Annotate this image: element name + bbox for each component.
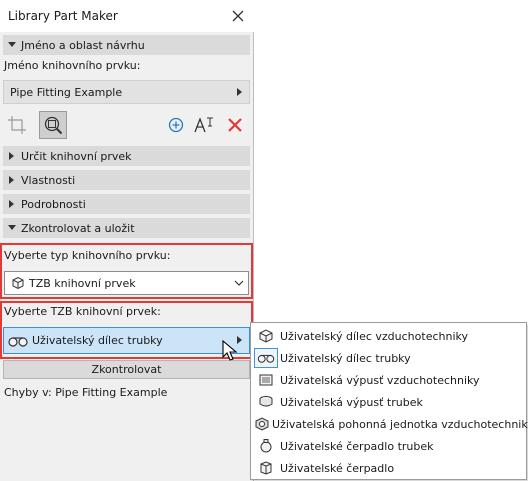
menu-item-label: Uživatelské čerpadlo — [280, 461, 395, 475]
section-name-area[interactable]: Jméno a oblast návrhu — [3, 35, 250, 55]
text-size-icon[interactable] — [191, 111, 219, 139]
section-label: Podrobnosti — [21, 197, 86, 211]
mep-element-popup-menu: Uživatelský dílec vzduchotechniky Uživat… — [250, 322, 528, 480]
type-label: Vyberte typ knihovního prvku: — [4, 249, 171, 262]
errors-text: Chyby v: Pipe Fitting Example — [4, 386, 168, 399]
triangle-down-icon — [3, 225, 21, 231]
pipe-fitting-icon — [4, 334, 28, 348]
title-bar: Library Part Maker — [0, 0, 254, 32]
toolbar — [3, 111, 250, 139]
pipe-pump-icon — [254, 436, 278, 456]
menu-item-pipe-fitting[interactable]: Uživatelský dílec trubky — [254, 347, 526, 369]
section-properties[interactable]: Vlastnosti — [3, 170, 250, 190]
menu-item-duct-terminal[interactable]: Uživatelská výpusť vzduchotechniky — [254, 369, 526, 391]
mep-label: Vyberte TZB knihovní prvek: — [4, 305, 161, 318]
menu-item-label: Uživatelský dílec trubky — [280, 351, 411, 365]
section-define[interactable]: Určit knihovní prvek — [3, 146, 250, 166]
menu-item-duct-fan-unit[interactable]: Uživatelská pohonná jednotka vzduchotech… — [254, 413, 528, 435]
section-label: Jméno a oblast návrhu — [21, 38, 145, 52]
library-part-maker-panel: Library Part Maker Jméno a oblast návrhu… — [0, 0, 254, 481]
pipe-fitting-icon — [254, 348, 278, 368]
section-details[interactable]: Podrobnosti — [3, 194, 250, 214]
delete-icon[interactable] — [221, 111, 249, 139]
close-icon[interactable] — [228, 6, 248, 26]
triangle-right-icon — [237, 86, 249, 99]
type-select[interactable]: TZB knihovní prvek — [4, 271, 249, 295]
crop-icon[interactable] — [3, 111, 31, 139]
menu-item-label: Uživatelská výpusť trubek — [280, 395, 423, 409]
mouse-pointer-icon — [222, 339, 238, 362]
pump-icon — [254, 458, 278, 478]
name-label: Jméno knihovního prvku: — [4, 59, 141, 72]
triangle-right-icon — [3, 176, 21, 184]
menu-item-label: Uživatelský dílec vzduchotechniky — [280, 329, 468, 343]
triangle-down-icon — [3, 42, 21, 48]
triangle-right-icon — [237, 334, 249, 347]
name-value: Pipe Fitting Example — [10, 85, 123, 99]
menu-item-pipe-terminal[interactable]: Uživatelská výpusť trubek — [254, 391, 526, 413]
menu-item-pump[interactable]: Uživatelské čerpadlo — [254, 457, 526, 479]
mep-element-icon — [5, 276, 25, 290]
section-label: Vlastnosti — [21, 173, 76, 187]
fan-unit-icon — [254, 414, 270, 434]
triangle-right-icon — [3, 152, 21, 160]
triangle-right-icon — [3, 200, 21, 208]
check-button[interactable]: Zkontrolovat — [3, 360, 250, 379]
type-value: TZB knihovní prvek — [29, 276, 136, 290]
menu-item-duct-fitting[interactable]: Uživatelský dílec vzduchotechniky — [254, 325, 526, 347]
menu-item-label: Uživatelská výpusť vzduchotechniky — [280, 373, 480, 387]
window-title: Library Part Maker — [8, 9, 118, 23]
section-label: Zkontrolovat a uložit — [21, 221, 135, 235]
section-label: Určit knihovní prvek — [21, 149, 132, 163]
mep-value: Uživatelský dílec trubky — [32, 334, 163, 347]
zoom-area-icon[interactable] — [39, 111, 67, 139]
menu-item-label: Uživatelská pohonná jednotka vzduchotech… — [272, 417, 528, 431]
menu-item-pipe-pump[interactable]: Uživatelské čerpadlo trubek — [254, 435, 526, 457]
duct-terminal-icon — [254, 370, 278, 390]
add-icon[interactable] — [162, 111, 190, 139]
name-field[interactable]: Pipe Fitting Example — [3, 80, 250, 104]
menu-item-label: Uživatelské čerpadlo trubek — [280, 439, 434, 453]
mep-element-select[interactable]: Uživatelský dílec trubky — [3, 327, 250, 354]
pipe-terminal-icon — [254, 392, 278, 412]
section-check-save[interactable]: Zkontrolovat a uložit — [3, 218, 250, 238]
duct-fitting-icon — [254, 326, 278, 346]
chevron-down-icon — [230, 280, 248, 286]
